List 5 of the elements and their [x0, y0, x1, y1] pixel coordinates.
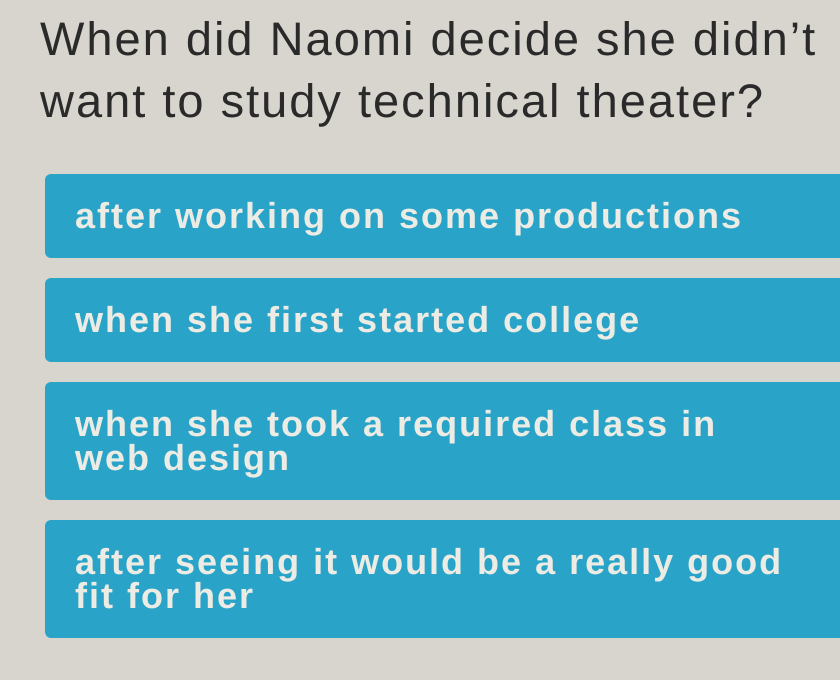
answer-option-button[interactable]: when she first started college [45, 278, 840, 362]
answer-option-button[interactable]: after seeing it would be a really good fit for her [45, 520, 840, 638]
answer-option-button[interactable]: after working on some productions [45, 174, 840, 258]
question-text: When did Naomi decide she didn’t want to study technical theater? [40, 11, 818, 129]
answer-option-button[interactable]: when she took a required class in web design [45, 382, 840, 500]
